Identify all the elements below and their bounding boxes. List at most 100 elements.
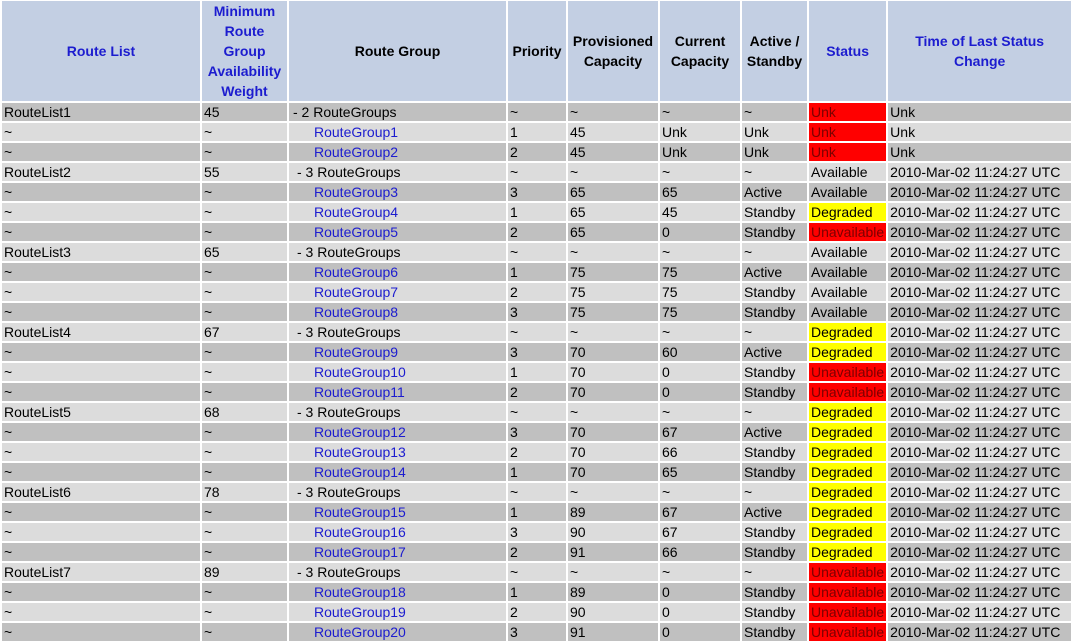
current-capacity-cell: 65 (660, 183, 740, 201)
route-group-cell[interactable]: RouteGroup19 (289, 603, 506, 621)
status-cell: Unavailable (809, 223, 887, 241)
route-group-cell[interactable]: RouteGroup13 (289, 443, 506, 461)
route-list-cell: ~ (2, 303, 200, 321)
min-weight-cell: ~ (202, 343, 287, 361)
route-group-cell[interactable]: RouteGroup5 (289, 223, 506, 241)
min-weight-cell: ~ (202, 443, 287, 461)
provisioned-capacity-cell: 75 (568, 263, 658, 281)
header-min-weight[interactable]: Minimum Route Group Availability Weight (202, 1, 287, 101)
time-last-status-change-cell: 2010-Mar-02 11:24:27 UTC (888, 323, 1072, 341)
route-group-cell[interactable]: RouteGroup6 (289, 263, 506, 281)
route-group-cell: - 3 RouteGroups (289, 163, 506, 181)
route-group-cell[interactable]: RouteGroup4 (289, 203, 506, 221)
route-group-cell[interactable]: RouteGroup12 (289, 423, 506, 441)
min-weight-cell: 65 (202, 243, 287, 261)
min-weight-cell: ~ (202, 183, 287, 201)
min-weight-cell: ~ (202, 543, 287, 561)
provisioned-capacity-cell: 70 (568, 463, 658, 481)
route-group-cell[interactable]: RouteGroup16 (289, 523, 506, 541)
provisioned-capacity-cell: ~ (568, 103, 658, 121)
time-last-status-change-cell: 2010-Mar-02 11:24:27 UTC (888, 263, 1072, 281)
status-cell: Available (809, 243, 887, 261)
active-standby-cell: Standby (742, 363, 807, 381)
active-standby-cell: Active (742, 503, 807, 521)
route-group-cell: - 2 RouteGroups (289, 103, 506, 121)
route-group-cell[interactable]: RouteGroup3 (289, 183, 506, 201)
min-weight-cell: ~ (202, 623, 287, 641)
route-list-cell: RouteList4 (2, 323, 200, 341)
status-cell: Unavailable (809, 363, 887, 381)
route-group-cell[interactable]: RouteGroup7 (289, 283, 506, 301)
active-standby-cell: ~ (742, 243, 807, 261)
time-last-status-change-cell: 2010-Mar-02 11:24:27 UTC (888, 183, 1072, 201)
time-last-status-change-cell: 2010-Mar-02 11:24:27 UTC (888, 403, 1072, 421)
header-provisioned-capacity: Provisioned Capacity (568, 1, 658, 101)
route-list-cell: ~ (2, 543, 200, 561)
route-group-cell[interactable]: RouteGroup15 (289, 503, 506, 521)
status-cell: Degraded (809, 343, 887, 361)
current-capacity-cell: 0 (660, 603, 740, 621)
route-group-cell[interactable]: RouteGroup1 (289, 123, 506, 141)
route-group-row: ~ ~ RouteGroup10 1 70 0 Standby Unavailable 2010… (2, 363, 1072, 381)
priority-cell: 1 (508, 583, 566, 601)
header-route-list[interactable]: Route List (2, 1, 200, 101)
header-time-last-status-change[interactable]: Time of Last Status Change (888, 1, 1072, 101)
current-capacity-cell: 0 (660, 223, 740, 241)
route-list-row: RouteList4 67- 3 RouteGroups ~ ~ ~ ~ Degraded 2… (2, 323, 1072, 341)
status-cell: Available (809, 183, 887, 201)
route-list-cell: RouteList2 (2, 163, 200, 181)
time-last-status-change-cell: 2010-Mar-02 11:24:27 UTC (888, 303, 1072, 321)
route-group-cell[interactable]: RouteGroup20 (289, 623, 506, 641)
status-cell: Unk (809, 123, 887, 141)
route-group-cell[interactable]: RouteGroup10 (289, 363, 506, 381)
provisioned-capacity-cell: 91 (568, 543, 658, 561)
route-group-cell[interactable]: RouteGroup9 (289, 343, 506, 361)
active-standby-cell: Standby (742, 203, 807, 221)
route-group-cell[interactable]: RouteGroup11 (289, 383, 506, 401)
route-group-cell[interactable]: RouteGroup18 (289, 583, 506, 601)
route-list-cell: ~ (2, 463, 200, 481)
priority-cell: 1 (508, 503, 566, 521)
active-standby-cell: Active (742, 263, 807, 281)
provisioned-capacity-cell: 75 (568, 283, 658, 301)
priority-cell: ~ (508, 323, 566, 341)
provisioned-capacity-cell: 75 (568, 303, 658, 321)
active-standby-cell: Standby (742, 583, 807, 601)
route-group-cell[interactable]: RouteGroup17 (289, 543, 506, 561)
current-capacity-cell: ~ (660, 103, 740, 121)
provisioned-capacity-cell: 65 (568, 223, 658, 241)
header-status[interactable]: Status (809, 1, 887, 101)
route-group-cell[interactable]: RouteGroup8 (289, 303, 506, 321)
route-group-row: ~ ~ RouteGroup7 2 75 75 Standby Available 2010-M… (2, 283, 1072, 301)
current-capacity-cell: 0 (660, 623, 740, 641)
time-last-status-change-cell: 2010-Mar-02 11:24:27 UTC (888, 583, 1072, 601)
priority-cell: ~ (508, 103, 566, 121)
active-standby-cell: Standby (742, 623, 807, 641)
route-group-cell[interactable]: RouteGroup14 (289, 463, 506, 481)
current-capacity-cell: 0 (660, 383, 740, 401)
priority-cell: 3 (508, 423, 566, 441)
status-cell: Available (809, 283, 887, 301)
route-group-row: ~ ~ RouteGroup16 3 90 67 Standby Degraded 2010-M… (2, 523, 1072, 541)
route-group-row: ~ ~ RouteGroup1 1 45 Unk Unk Unk Unk (2, 123, 1072, 141)
route-list-cell: ~ (2, 343, 200, 361)
priority-cell: 1 (508, 203, 566, 221)
route-group-cell: - 3 RouteGroups (289, 323, 506, 341)
min-weight-cell: 78 (202, 483, 287, 501)
route-list-cell: ~ (2, 603, 200, 621)
current-capacity-cell: 75 (660, 263, 740, 281)
route-group-row: ~ ~ RouteGroup13 2 70 66 Standby Degraded 2010-M… (2, 443, 1072, 461)
priority-cell: ~ (508, 163, 566, 181)
provisioned-capacity-cell: 45 (568, 143, 658, 161)
route-list-cell: RouteList7 (2, 563, 200, 581)
route-group-row: ~ ~ RouteGroup19 2 90 0 Standby Unavailable 2010… (2, 603, 1072, 621)
status-cell: Degraded (809, 463, 887, 481)
route-list-cell: ~ (2, 203, 200, 221)
route-group-row: ~ ~ RouteGroup11 2 70 0 Standby Unavailable 2010… (2, 383, 1072, 401)
header-priority: Priority (508, 1, 566, 101)
status-cell: Unavailable (809, 623, 887, 641)
active-standby-cell: Unk (742, 123, 807, 141)
route-group-cell[interactable]: RouteGroup2 (289, 143, 506, 161)
status-cell: Degraded (809, 523, 887, 541)
active-standby-cell: Standby (742, 463, 807, 481)
